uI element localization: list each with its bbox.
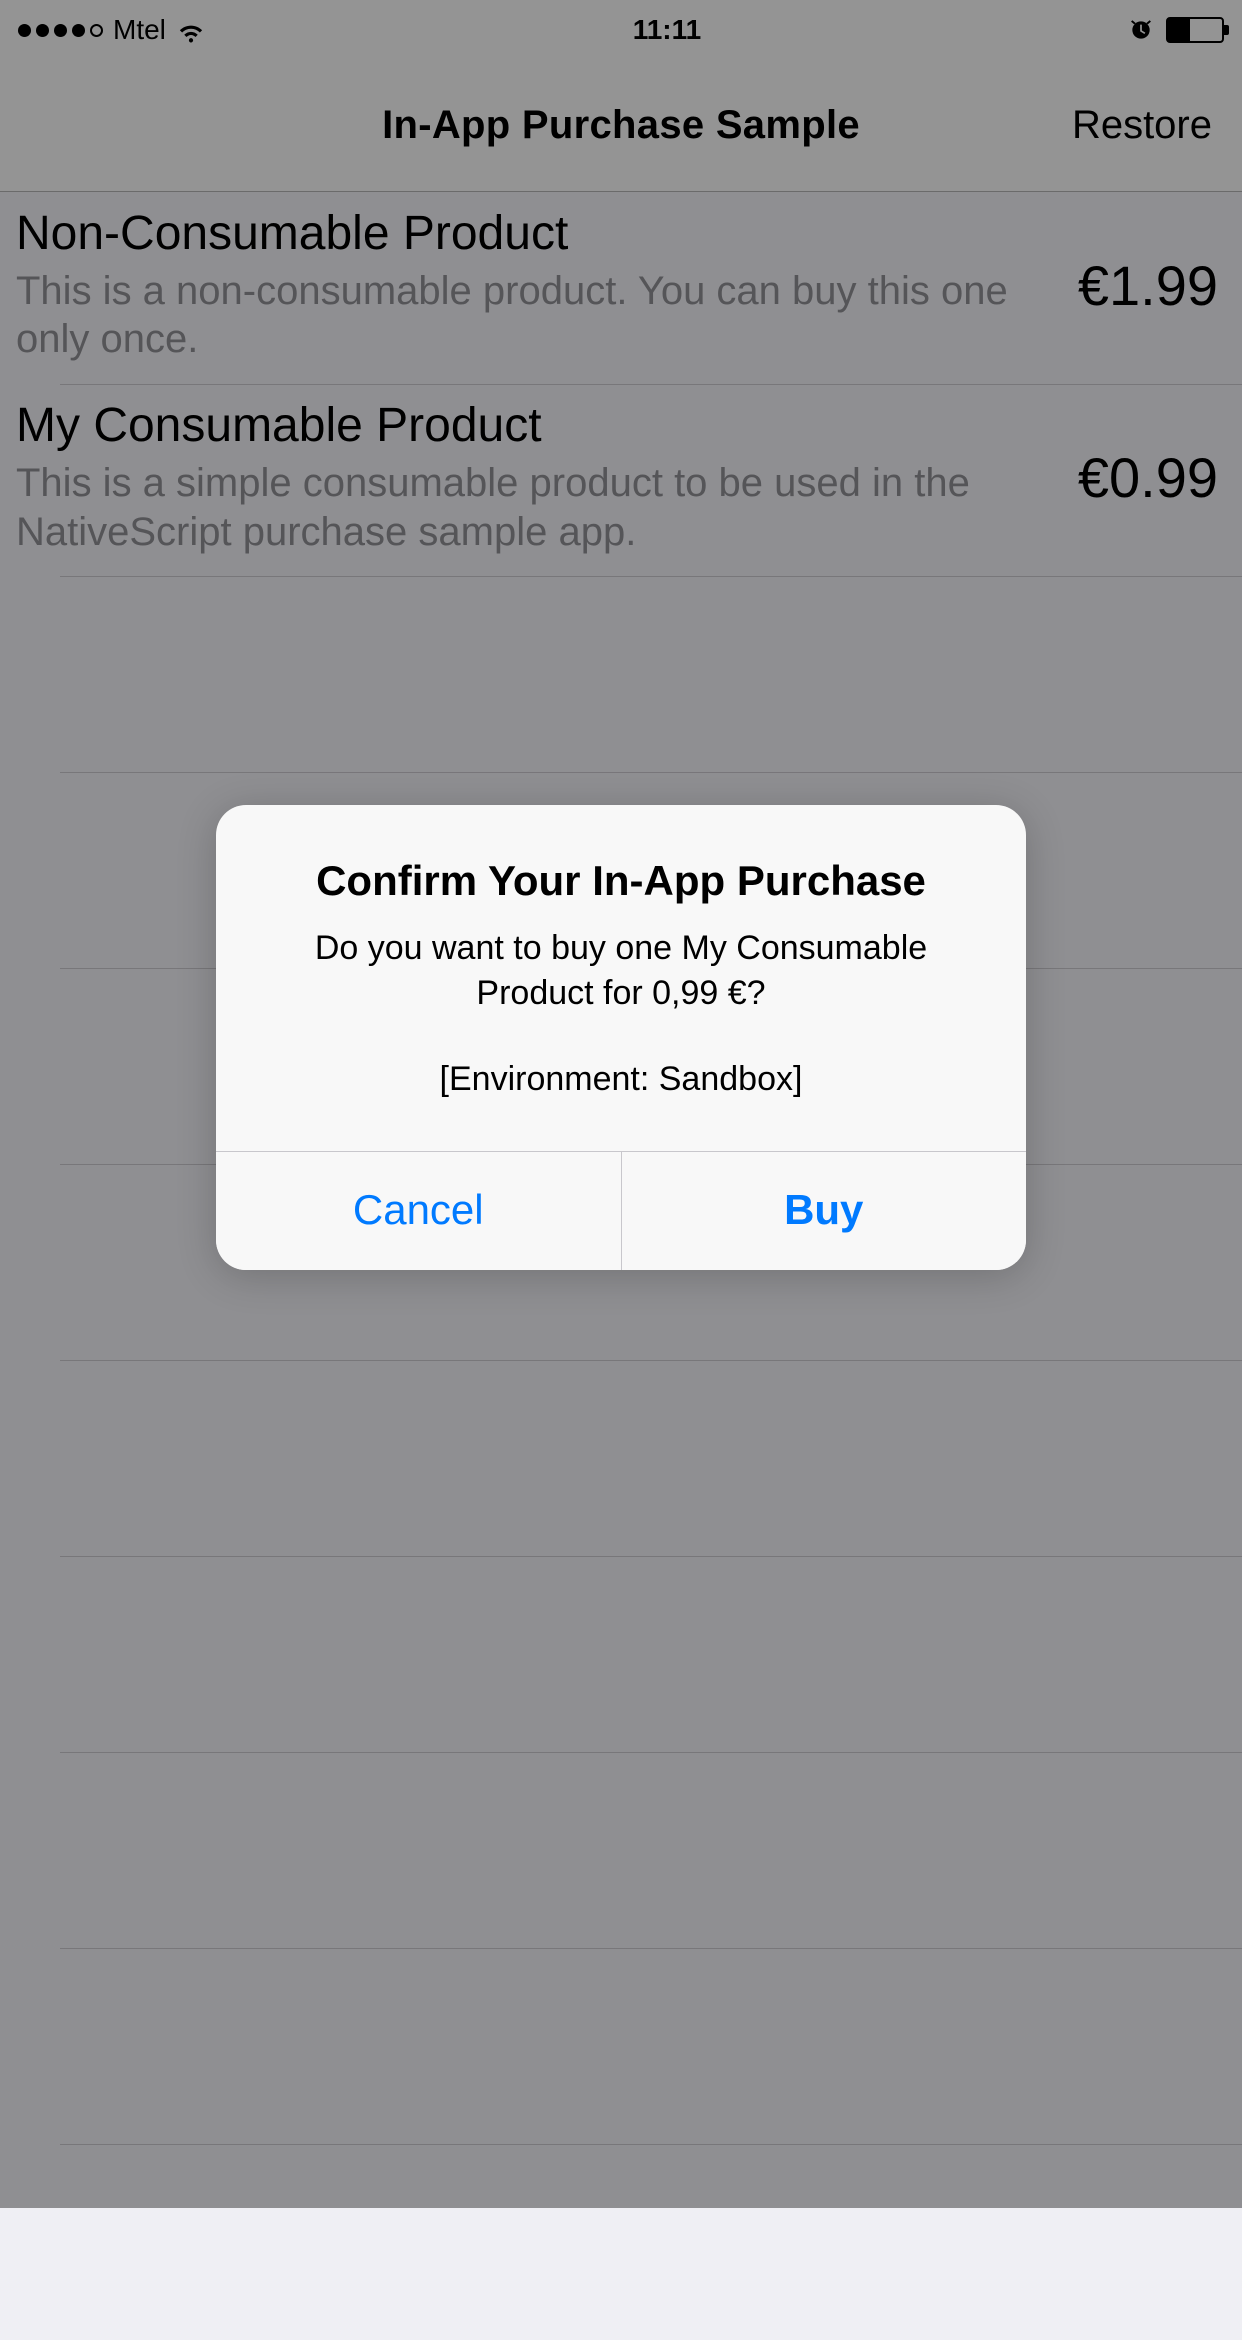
alert-message-text: Do you want to buy one My Consumable Pro… [315,929,927,1013]
buy-button[interactable]: Buy [621,1152,1027,1270]
alert-environment: [Environment: Sandbox] [256,1057,986,1103]
alert-message: Do you want to buy one My Consumable Pro… [256,926,986,1104]
alert-title: Confirm Your In-App Purchase [256,855,986,908]
purchase-confirm-alert: Confirm Your In-App Purchase Do you want… [216,805,1026,1270]
cancel-button[interactable]: Cancel [216,1152,621,1270]
